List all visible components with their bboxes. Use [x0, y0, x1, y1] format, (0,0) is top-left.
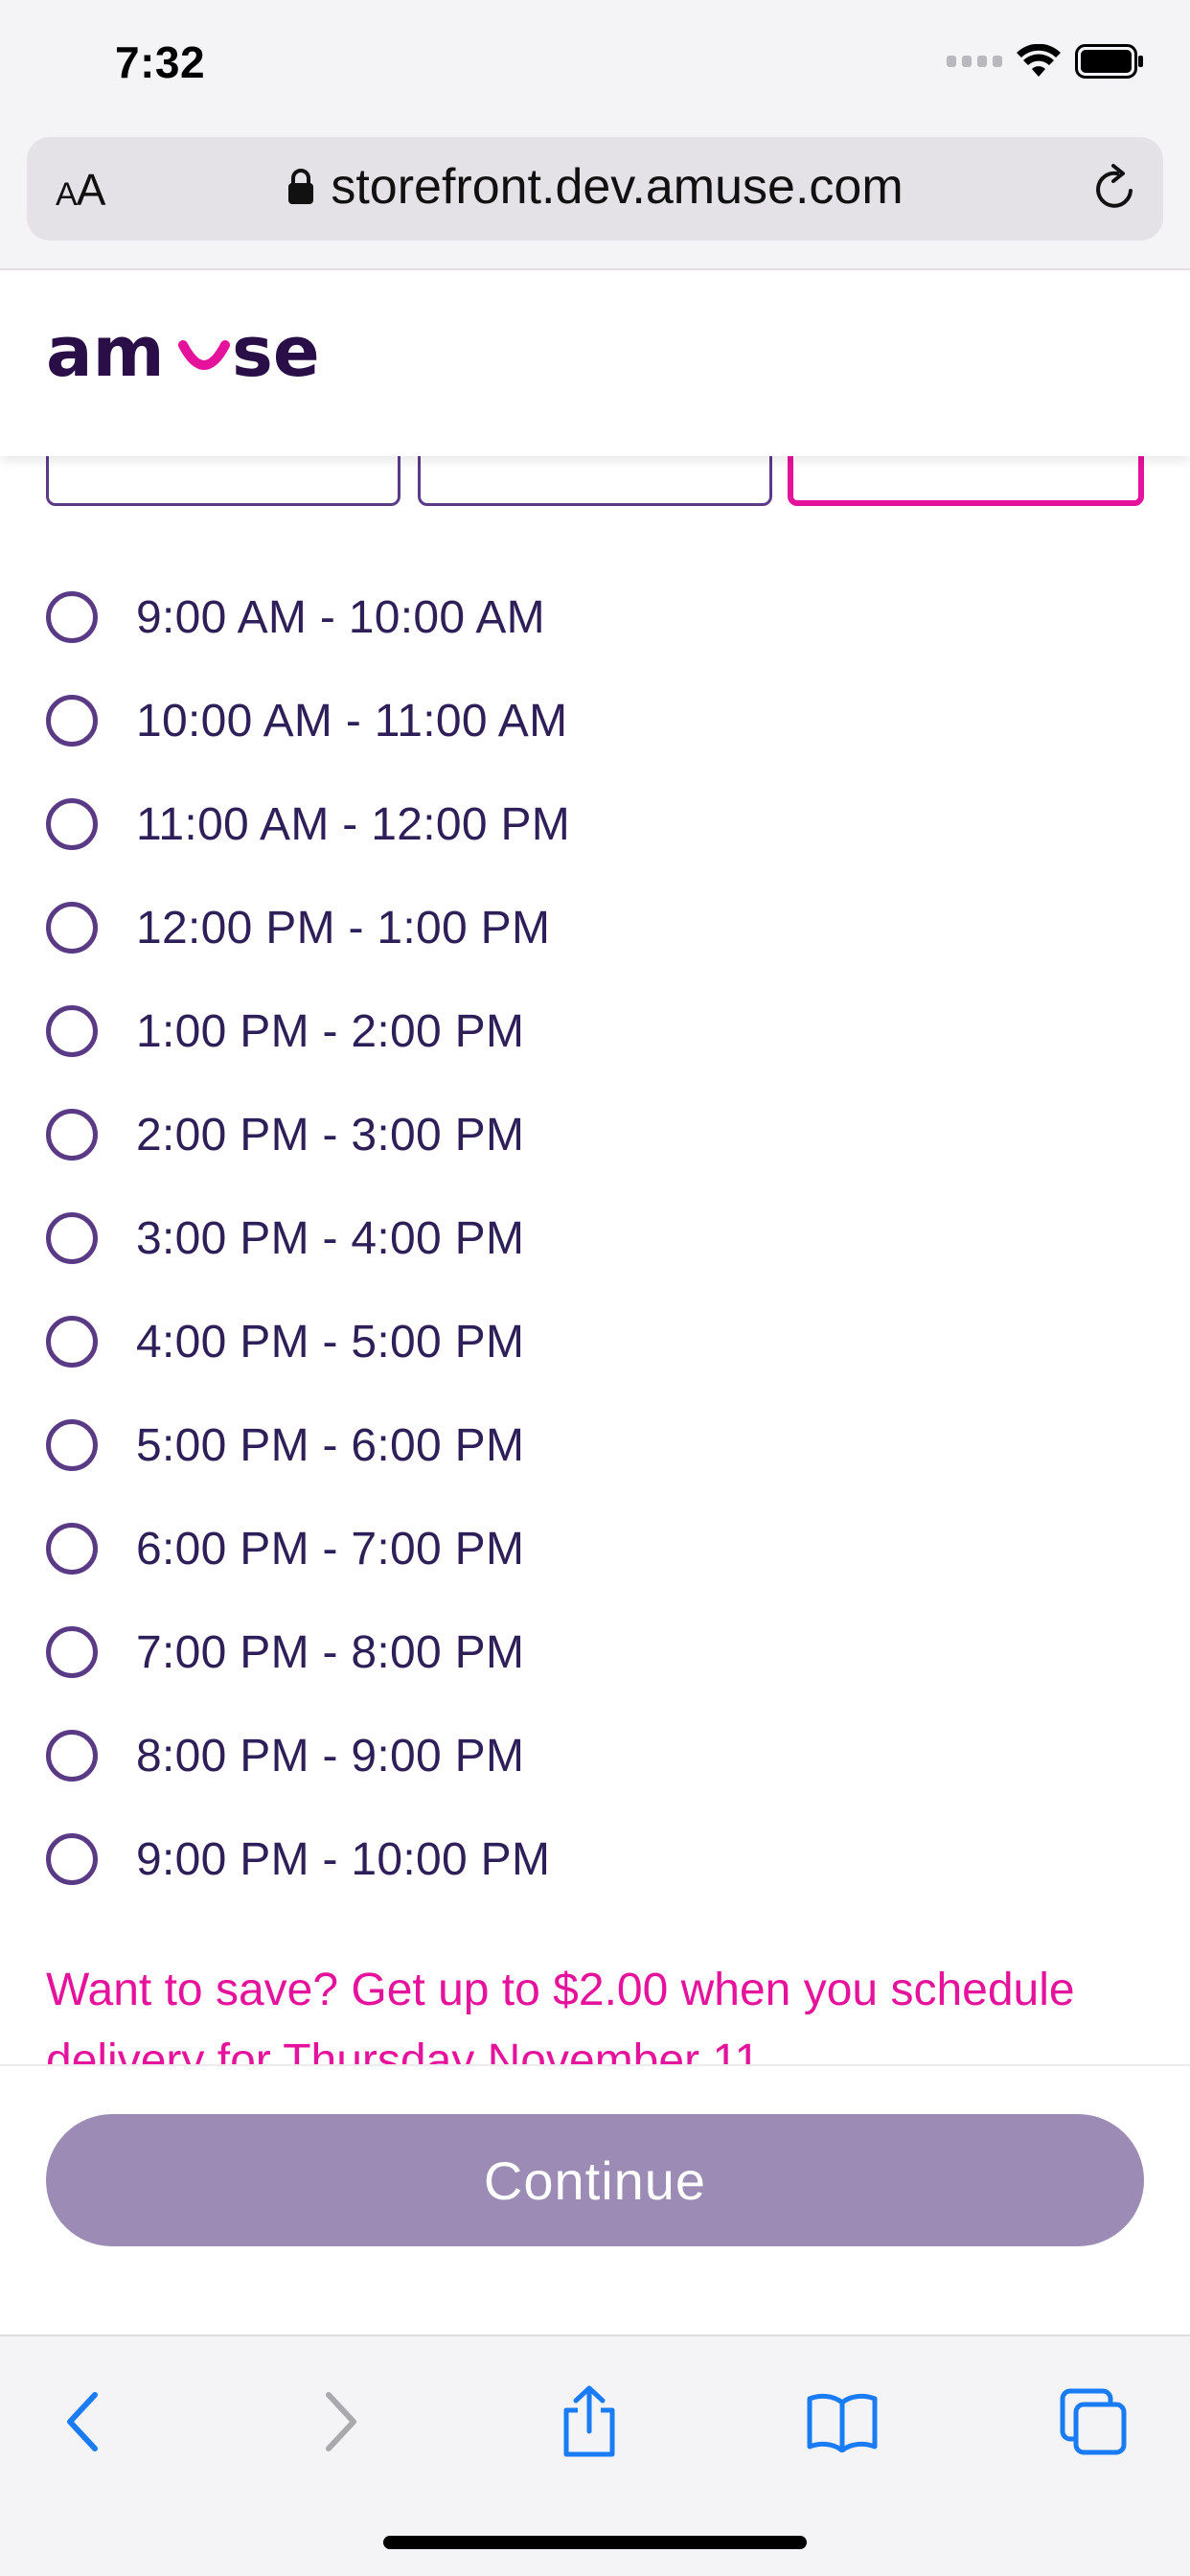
cellular-signal-icon [947, 56, 1002, 67]
radio-button[interactable] [46, 1833, 98, 1885]
time-slot-label: 4:00 PM - 5:00 PM [136, 1316, 525, 1368]
continue-button[interactable]: Continue [46, 2114, 1144, 2246]
time-slot-option[interactable]: 6:00 PM - 7:00 PM [46, 1497, 1148, 1600]
share-icon [563, 2385, 615, 2457]
time-slot-option[interactable]: 11:00 AM - 12:00 PM [46, 772, 1148, 876]
radio-button[interactable] [46, 1005, 98, 1057]
site-header: am se [0, 272, 1190, 456]
time-slot-label: 6:00 PM - 7:00 PM [136, 1523, 525, 1575]
bookmarks-button[interactable] [799, 2379, 885, 2465]
time-slot-option[interactable]: 3:00 PM - 4:00 PM [46, 1186, 1148, 1290]
time-slot-option[interactable]: 8:00 PM - 9:00 PM [46, 1704, 1148, 1807]
lock-icon [288, 169, 314, 204]
continue-bar: Continue [0, 2064, 1190, 2334]
bookmarks-icon [807, 2393, 878, 2452]
time-slot-option[interactable]: 7:00 PM - 8:00 PM [46, 1600, 1148, 1704]
time-slot-label: 12:00 PM - 1:00 PM [136, 902, 551, 954]
forward-button[interactable] [297, 2379, 383, 2465]
radio-button[interactable] [46, 1109, 98, 1161]
radio-button[interactable] [46, 1730, 98, 1782]
time-slot-list: 9:00 AM - 10:00 AM 10:00 AM - 11:00 AM 1… [46, 565, 1148, 1911]
time-slot-label: 9:00 AM - 10:00 AM [136, 591, 545, 643]
tabs-button[interactable] [1050, 2379, 1136, 2465]
share-button[interactable] [546, 2379, 632, 2465]
svg-text:se: se [232, 316, 320, 392]
time-slot-label: 9:00 PM - 10:00 PM [136, 1833, 551, 1885]
time-slot-option[interactable]: 1:00 PM - 2:00 PM [46, 979, 1148, 1083]
url-text: storefront.dev.amuse.com [331, 159, 904, 215]
time-slot-option[interactable]: 10:00 AM - 11:00 AM [46, 669, 1148, 772]
time-slot-label: 7:00 PM - 8:00 PM [136, 1626, 525, 1678]
status-icons [947, 44, 1144, 79]
time-slot-option[interactable]: 12:00 PM - 1:00 PM [46, 876, 1148, 979]
time-slot-label: 1:00 PM - 2:00 PM [136, 1005, 525, 1057]
amuse-logo[interactable]: am se [46, 316, 333, 393]
url-display[interactable]: storefront.dev.amuse.com [27, 158, 1163, 216]
time-slot-label: 10:00 AM - 11:00 AM [136, 695, 568, 747]
wifi-icon [1017, 44, 1061, 77]
back-button[interactable] [40, 2379, 126, 2465]
radio-button[interactable] [46, 1212, 98, 1264]
radio-button[interactable] [46, 902, 98, 954]
time-slot-option[interactable]: 9:00 PM - 10:00 PM [46, 1807, 1148, 1911]
promo-message: Want to save? Get up to $2.00 when you s… [46, 1965, 1075, 2070]
time-slot-label: 11:00 AM - 12:00 PM [136, 798, 571, 850]
home-indicator[interactable] [383, 2536, 807, 2549]
time-slot-label: 2:00 PM - 3:00 PM [136, 1109, 525, 1161]
radio-button[interactable] [46, 591, 98, 643]
radio-button[interactable] [46, 1419, 98, 1471]
status-time: 7:32 [115, 37, 206, 87]
time-slot-option[interactable]: 2:00 PM - 3:00 PM [46, 1083, 1148, 1186]
back-icon [67, 2392, 98, 2451]
reload-icon[interactable] [1088, 162, 1142, 216]
radio-button[interactable] [46, 798, 98, 850]
battery-icon [1075, 44, 1143, 79]
forward-icon [326, 2392, 356, 2451]
tabs-icon [1060, 2388, 1127, 2455]
time-slot-option[interactable]: 9:00 AM - 10:00 AM [46, 565, 1148, 669]
time-slot-label: 5:00 PM - 6:00 PM [136, 1419, 525, 1471]
radio-button[interactable] [46, 1626, 98, 1678]
time-slot-label: 8:00 PM - 9:00 PM [136, 1730, 525, 1782]
radio-button[interactable] [46, 1316, 98, 1368]
radio-button[interactable] [46, 1523, 98, 1575]
time-slot-label: 3:00 PM - 4:00 PM [136, 1212, 525, 1264]
radio-button[interactable] [46, 695, 98, 747]
time-slot-option[interactable]: 4:00 PM - 5:00 PM [46, 1290, 1148, 1393]
time-slot-option[interactable]: 5:00 PM - 6:00 PM [46, 1393, 1148, 1497]
browser-top-chrome: 7:32 AA storefront.dev.amuse.com [0, 0, 1190, 270]
address-bar[interactable]: AA storefront.dev.amuse.com [27, 137, 1163, 241]
svg-text:am: am [46, 316, 165, 392]
